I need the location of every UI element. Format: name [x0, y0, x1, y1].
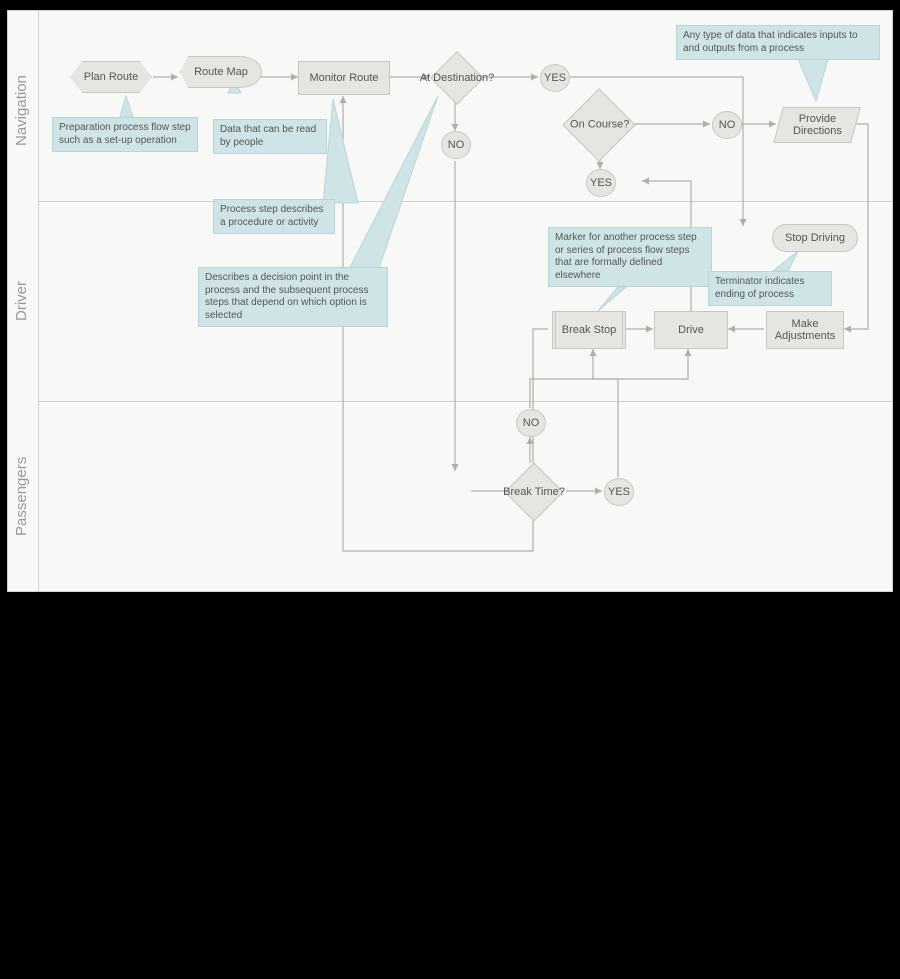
- lane-divider-vertical: [38, 11, 39, 591]
- node-yes-destination: YES: [540, 64, 570, 92]
- node-no-destination: NO: [441, 131, 471, 159]
- node-break-time: Break Time?: [504, 462, 563, 521]
- node-yes-break: YES: [604, 478, 634, 506]
- node-provide-directions: Provide Directions: [773, 107, 861, 143]
- node-break-stop: Break Stop: [552, 311, 626, 349]
- callout-data-io: Any type of data that indicates inputs t…: [676, 25, 880, 60]
- callout-decision: Describes a decision point in the proces…: [198, 267, 388, 327]
- node-stop-driving: Stop Driving: [772, 224, 858, 252]
- callout-process-step: Process step describes a procedure or ac…: [213, 199, 335, 234]
- lane-label-passengers: Passengers: [13, 431, 33, 561]
- node-no-course: NO: [712, 111, 742, 139]
- lane-divider: [38, 201, 892, 202]
- node-provide-directions-label: Provide Directions: [793, 113, 842, 137]
- swimlane-diagram: Navigation Driver Passengers: [7, 10, 893, 592]
- callout-data-read: Data that can be read by people: [213, 119, 327, 154]
- lane-label-navigation: Navigation: [13, 51, 33, 171]
- node-on-course: On Course?: [562, 88, 636, 162]
- node-no-break: NO: [516, 409, 546, 437]
- lane-divider: [38, 401, 892, 402]
- callout-predefined: Marker for another process step or serie…: [548, 227, 712, 287]
- node-plan-route: Plan Route: [70, 61, 152, 93]
- node-break-time-label: Break Time?: [494, 486, 574, 498]
- node-at-destination-label: At Destination?: [412, 72, 502, 84]
- callout-terminator: Terminator indicates ending of process: [708, 271, 832, 306]
- node-monitor-route: Monitor Route: [298, 61, 390, 95]
- callout-preparation: Preparation process flow step such as a …: [52, 117, 198, 152]
- node-at-destination: At Destination?: [430, 51, 484, 105]
- lane-label-driver: Driver: [13, 261, 33, 341]
- node-make-adjustments: Make Adjustments: [766, 311, 844, 349]
- node-route-map: Route Map: [180, 56, 262, 88]
- node-drive: Drive: [654, 311, 728, 349]
- node-yes-course: YES: [586, 169, 616, 197]
- node-on-course-label: On Course?: [560, 118, 640, 130]
